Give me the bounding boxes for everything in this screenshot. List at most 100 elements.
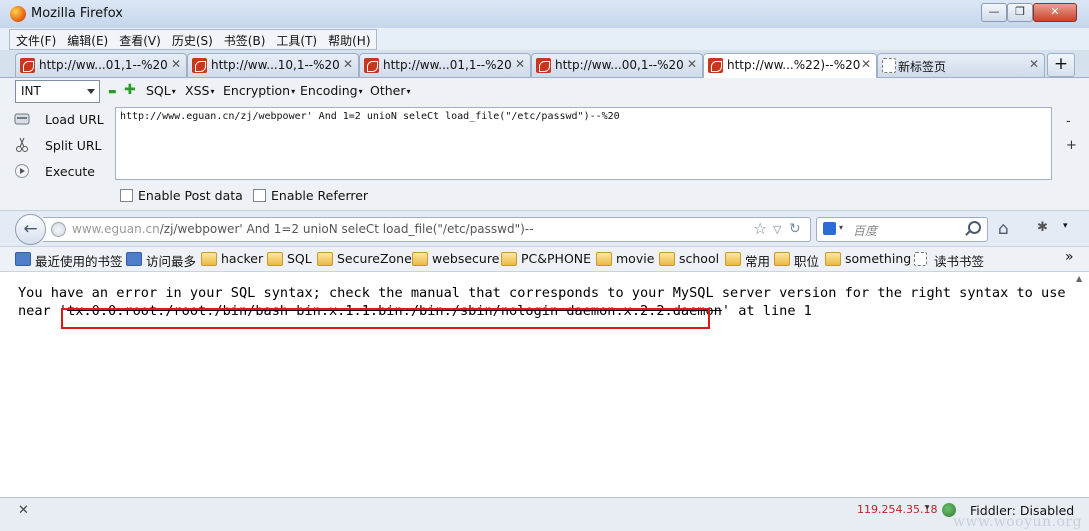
- folder-icon: [501, 252, 517, 266]
- history-dropdown-icon[interactable]: ▽: [773, 223, 781, 236]
- encryption-menu[interactable]: Encryption▾: [223, 83, 295, 98]
- page-content: You have an error in your SQL syntax; ch…: [0, 272, 1089, 496]
- split-url-label: Split URL: [45, 138, 102, 153]
- menu-edit[interactable]: 编辑(E): [61, 30, 113, 49]
- title-bar: Mozilla Firefox — ❐ ✕: [0, 0, 1089, 29]
- bookmark-label: 读书书签: [934, 254, 985, 269]
- tab-label: http://ww...00,1--%20: [555, 58, 684, 72]
- new-tab-button[interactable]: +: [1047, 53, 1075, 77]
- split-url-button[interactable]: Split URL: [14, 136, 104, 158]
- engine-dropdown-icon[interactable]: ▾: [839, 223, 843, 232]
- menu-view[interactable]: 查看(V): [113, 30, 166, 49]
- encryption-menu-label: Encryption: [223, 83, 291, 98]
- sql-menu[interactable]: SQL▾: [146, 83, 176, 98]
- load-url-label: Load URL: [45, 112, 104, 127]
- menu-tools[interactable]: 工具(T): [270, 30, 322, 49]
- ip-dropdown-icon[interactable]: ▾: [925, 503, 930, 513]
- tab-label: http://ww...01,1--%20: [383, 58, 512, 72]
- grow-textarea-button[interactable]: +: [1066, 138, 1077, 153]
- globe-icon: [51, 222, 66, 237]
- tab-bar: http://ww...01,1--%20 ✕ http://ww...10,1…: [0, 50, 1089, 78]
- restore-button[interactable]: ❐: [1007, 3, 1033, 22]
- tab-3[interactable]: http://ww...01,1--%20 ✕: [359, 53, 531, 77]
- execute-label: Execute: [45, 164, 95, 179]
- tab-label: http://ww...%22)--%20: [727, 58, 861, 72]
- folder-icon: [725, 252, 741, 266]
- menu-file[interactable]: 文件(F): [10, 30, 61, 49]
- bookmark-star-icon[interactable]: ☆: [753, 219, 767, 238]
- enable-post-checkbox[interactable]: Enable Post data: [120, 188, 245, 204]
- tab-6[interactable]: 新标签页 ✕: [877, 53, 1045, 77]
- bookmark-label: 访问最多: [146, 254, 197, 269]
- tools-dropdown-icon[interactable]: ▾: [1063, 221, 1068, 231]
- dropdown-icon: ▾: [291, 87, 296, 96]
- tab-5-active[interactable]: http://ww...%22)--%20 ✕: [703, 53, 877, 78]
- bookmarks-toolbar: 最近使用的书签 访问最多 hacker SQL SecureZone webse…: [0, 247, 1089, 272]
- minus-icon[interactable]: ▬: [108, 87, 117, 97]
- folder-icon: [317, 252, 333, 266]
- bookmark-label: SQL: [287, 251, 312, 266]
- error-line-1: You have an error in your SQL syntax; ch…: [18, 285, 1066, 301]
- close-addon-bar-icon[interactable]: ✕: [18, 503, 29, 518]
- hackbar-url-textarea[interactable]: http://www.eguan.cn/zj/webpower' And 1=2…: [115, 107, 1052, 180]
- other-menu-label: Other: [370, 83, 406, 98]
- tab-close-icon[interactable]: ✕: [687, 57, 697, 71]
- folder-icon: [659, 252, 675, 266]
- bookmark-label: 常用: [745, 254, 771, 269]
- bookmark-list-icon: [15, 252, 31, 266]
- tab-close-icon[interactable]: ✕: [861, 57, 871, 71]
- search-box[interactable]: ▾ 百度: [816, 217, 988, 242]
- enable-referrer-checkbox[interactable]: Enable Referrer: [253, 188, 378, 204]
- tab-close-icon[interactable]: ✕: [343, 57, 353, 71]
- home-icon[interactable]: ⌂: [998, 219, 1009, 239]
- site-favicon-icon: [708, 58, 723, 73]
- bookmarks-overflow-button[interactable]: »: [1065, 249, 1074, 265]
- search-icon[interactable]: [968, 221, 981, 234]
- tab-close-icon[interactable]: ✕: [515, 57, 525, 71]
- close-window-button[interactable]: ✕: [1033, 3, 1077, 22]
- folder-icon: [774, 252, 790, 266]
- reload-icon[interactable]: ↻: [789, 221, 801, 237]
- folder-icon: [412, 252, 428, 266]
- site-favicon-icon: [536, 58, 551, 73]
- minimize-button[interactable]: —: [981, 3, 1007, 22]
- other-menu[interactable]: Other▾: [370, 83, 411, 98]
- scroll-up-icon[interactable]: ▲: [1076, 274, 1082, 283]
- site-favicon-icon: [364, 58, 379, 73]
- back-button[interactable]: ←: [15, 214, 46, 245]
- chevron-down-icon: [87, 89, 95, 94]
- menu-history[interactable]: 历史(S): [166, 30, 218, 49]
- shrink-textarea-button[interactable]: -: [1066, 114, 1071, 129]
- menu-help[interactable]: 帮助(H): [322, 30, 375, 49]
- address-text: www.eguan.cn/zj/webpower' And 1=2 unioN …: [72, 222, 533, 236]
- tab-4[interactable]: http://ww...00,1--%20 ✕: [531, 53, 703, 77]
- address-bar[interactable]: www.eguan.cn/zj/webpower' And 1=2 unioN …: [43, 217, 811, 242]
- load-url-icon: [14, 113, 30, 125]
- sql-menu-label: SQL: [146, 83, 171, 98]
- tab-1[interactable]: http://ww...01,1--%20 ✕: [15, 53, 187, 77]
- bookmark-label: something: [845, 251, 912, 266]
- site-favicon-icon: [20, 58, 35, 73]
- folder-icon: [201, 252, 217, 266]
- xss-menu[interactable]: XSS▾: [185, 83, 214, 98]
- address-host: www.eguan.cn: [72, 222, 160, 236]
- bookmark-label: school: [679, 251, 720, 266]
- bookmark-label: SecureZone: [337, 251, 412, 266]
- plus-icon[interactable]: ✚: [124, 83, 136, 97]
- vertical-scrollbar[interactable]: ▲: [1073, 272, 1088, 496]
- blank-page-icon: [914, 252, 927, 266]
- tab-2[interactable]: http://ww...10,1--%20 ✕: [187, 53, 359, 77]
- tab-close-icon[interactable]: ✕: [1029, 57, 1039, 71]
- tab-close-icon[interactable]: ✕: [171, 57, 181, 71]
- menu-bookmarks[interactable]: 书签(B): [218, 30, 271, 49]
- encoding-menu[interactable]: Encoding▾: [300, 83, 363, 98]
- menu-bar: 文件(F) 编辑(E) 查看(V) 历史(S) 书签(B) 工具(T) 帮助(H…: [0, 28, 1089, 50]
- error-line-2-prefix: near ': [18, 303, 68, 319]
- execute-button[interactable]: Execute: [14, 162, 104, 184]
- load-url-button[interactable]: Load URL: [14, 110, 104, 132]
- tab-label: 新标签页: [898, 60, 947, 74]
- type-select[interactable]: INT: [15, 80, 100, 103]
- error-line-2-suffix: ' at line 1: [721, 303, 812, 319]
- baidu-icon[interactable]: [823, 222, 836, 235]
- addon-tools-icon[interactable]: ✱: [1037, 220, 1048, 235]
